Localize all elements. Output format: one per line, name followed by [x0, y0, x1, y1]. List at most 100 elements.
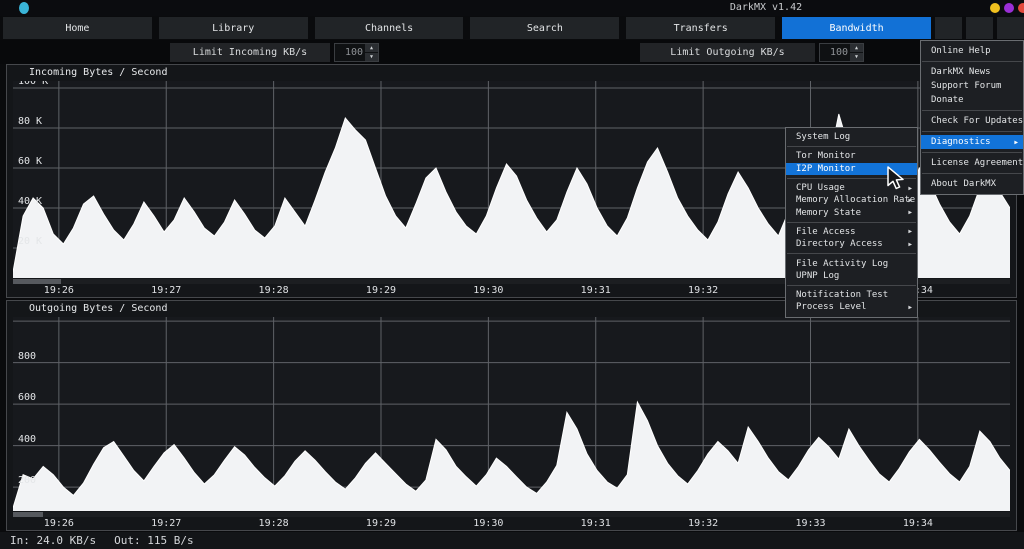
menu-separator — [787, 146, 916, 147]
status-out-rate: Out: 115 B/s — [114, 534, 193, 547]
menu-item-support-forum[interactable]: Support Forum — [921, 79, 1023, 93]
menu-item-label: Directory Access — [796, 239, 883, 249]
status-in-rate: In: 24.0 KB/s — [10, 534, 96, 547]
menu-item-process-level[interactable]: Process Level▶ — [786, 301, 917, 313]
menu-item-label: About DarkMX — [931, 179, 996, 189]
status-bar: In: 24.0 KB/s Out: 115 B/s — [0, 532, 1024, 549]
menu-item-notification-test[interactable]: Notification Test — [786, 289, 917, 301]
menu-item-upnp-log[interactable]: UPNP Log — [786, 270, 917, 282]
y-axis-tick-label: 60 K — [18, 156, 42, 167]
menu-item-about-darkmx[interactable]: About DarkMX — [921, 177, 1023, 191]
limit-incoming-button[interactable]: Limit Incoming KB/s — [170, 43, 330, 62]
tab-bandwidth[interactable]: Bandwidth — [782, 17, 931, 39]
menu-separator — [922, 131, 1022, 132]
menu-item-label: Process Level — [796, 302, 866, 312]
menu-item-check-for-updates[interactable]: Check For Updates — [921, 114, 1023, 128]
incoming-spin-up-icon[interactable]: ▲ — [365, 44, 378, 52]
menu-item-label: UPNP Log — [796, 271, 839, 281]
x-axis-tick-label: 19:29 — [366, 285, 396, 296]
submenu-arrow-icon: ▶ — [908, 197, 912, 204]
menu-item-license-agreement[interactable]: License Agreement — [921, 156, 1023, 170]
help-menu: Online Help DarkMX News Support Forum Donat… — [920, 40, 1024, 195]
menu-item-label: System Log — [796, 132, 850, 142]
menu-item-label: File Access — [796, 227, 856, 237]
x-axis-tick-label: 19:31 — [581, 518, 611, 529]
menu-separator — [787, 253, 916, 254]
outgoing-area-chart — [13, 317, 1010, 511]
menu-separator — [922, 61, 1022, 62]
x-axis-tick-label: 19:32 — [688, 285, 718, 296]
limit-outgoing-button[interactable]: Limit Outgoing KB/s — [640, 43, 815, 62]
menu-item-label: CPU Usage — [796, 183, 845, 193]
x-axis-tick-label: 19:30 — [473, 285, 503, 296]
tab-library[interactable]: Library — [159, 17, 308, 39]
y-axis-tick-label: 400 — [18, 434, 36, 445]
outgoing-spin-down-icon[interactable]: ▼ — [850, 52, 863, 61]
menu-item-label: Memory Allocation Rate — [796, 195, 915, 205]
menu-item-memory-allocation-rate[interactable]: Memory Allocation Rate▶ — [786, 194, 917, 206]
menu-item-online-help[interactable]: Online Help — [921, 44, 1023, 58]
y-axis-tick-label: 800 — [18, 351, 36, 362]
tab-channels[interactable]: Channels — [315, 17, 464, 39]
toolbar-button-2[interactable] — [966, 17, 993, 39]
tab-home[interactable]: Home — [3, 17, 152, 39]
menu-item-label: Tor Monitor — [796, 151, 856, 161]
menu-item-directory-access[interactable]: Directory Access ▶ — [786, 238, 917, 250]
x-axis-tick-label: 19:33 — [795, 518, 825, 529]
x-axis-tick-label: 19:26 — [44, 285, 74, 296]
window-button-close-icon[interactable] — [1018, 3, 1024, 13]
toolbar-square-buttons — [935, 17, 1024, 39]
menu-item-label: File Activity Log — [796, 259, 888, 269]
menu-item-darkmx-news[interactable]: DarkMX News — [921, 65, 1023, 79]
submenu-arrow-icon: ▶ — [908, 241, 912, 248]
menu-item-diagnostics[interactable]: Diagnostics ▶ — [921, 135, 1023, 149]
limit-incoming-spinner: ▲ ▼ — [334, 43, 379, 62]
mouse-cursor-icon — [886, 166, 906, 192]
x-axis-tick-label: 19:28 — [259, 518, 289, 529]
limit-outgoing-input[interactable] — [820, 44, 850, 61]
limit-incoming-input[interactable] — [335, 44, 365, 61]
y-axis-tick-label: 200 — [18, 475, 36, 486]
menu-item-file-activity-log[interactable]: File Activity Log — [786, 257, 917, 269]
diagnostics-submenu: System Log Tor Monitor I2P Monitor CPU Usag… — [785, 127, 918, 318]
menu-item-system-log[interactable]: System Log — [786, 131, 917, 143]
outgoing-chart-plot: 1 K800600400200 — [13, 317, 1010, 511]
x-axis-tick-label: 19:32 — [688, 518, 718, 529]
toolbar-button-1[interactable] — [935, 17, 962, 39]
submenu-arrow-icon: ▶ — [1014, 139, 1018, 146]
menu-item-label: Diagnostics — [931, 137, 991, 147]
x-axis-tick-label: 19:30 — [473, 518, 503, 529]
y-axis-tick-label: 80 K — [18, 116, 42, 127]
darkmx-window: DarkMX v1.42 Home Library Channels Search Tr… — [0, 0, 1024, 549]
submenu-arrow-icon: ▶ — [908, 209, 912, 216]
menu-item-memory-state[interactable]: Memory State ▶ — [786, 206, 917, 218]
outgoing-spin-up-icon[interactable]: ▲ — [850, 44, 863, 52]
menu-item-label: Notification Test — [796, 290, 888, 300]
incoming-spin-down-icon[interactable]: ▼ — [365, 52, 378, 61]
window-button-minimize-icon[interactable] — [990, 3, 1000, 13]
x-axis-tick-label: 19:26 — [44, 518, 74, 529]
tab-search[interactable]: Search — [470, 17, 619, 39]
menu-item-file-access[interactable]: File Access▶ — [786, 226, 917, 238]
menu-item-label: Donate — [931, 95, 964, 105]
y-axis-tick-label: 100 K — [18, 81, 48, 87]
outgoing-chart-x-axis: 19:2619:2719:2819:2919:3019:3119:3219:33… — [13, 517, 1010, 531]
menu-separator — [787, 285, 916, 286]
tab-transfers[interactable]: Transfers — [626, 17, 775, 39]
app-icon — [19, 2, 29, 14]
window-title: DarkMX v1.42 — [730, 2, 802, 13]
menu-item-label: Memory State — [796, 208, 861, 218]
menu-item-tor-monitor[interactable]: Tor Monitor — [786, 150, 917, 162]
menu-item-donate[interactable]: Donate — [921, 93, 1023, 107]
toolbar-button-3[interactable] — [997, 17, 1024, 39]
menu-item-label: I2P Monitor — [796, 164, 856, 174]
menu-item-label: Online Help — [931, 46, 991, 56]
x-axis-tick-label: 19:27 — [151, 518, 181, 529]
y-axis-tick-label: 20 K — [18, 236, 42, 247]
limit-outgoing-spinner: ▲ ▼ — [819, 43, 864, 62]
menu-item-label: DarkMX News — [931, 67, 991, 77]
incoming-chart-title: Incoming Bytes / Second — [7, 65, 1016, 80]
menu-separator — [922, 110, 1022, 111]
window-button-maximize-icon[interactable] — [1004, 3, 1014, 13]
y-axis-tick-label: 40 K — [18, 196, 42, 207]
